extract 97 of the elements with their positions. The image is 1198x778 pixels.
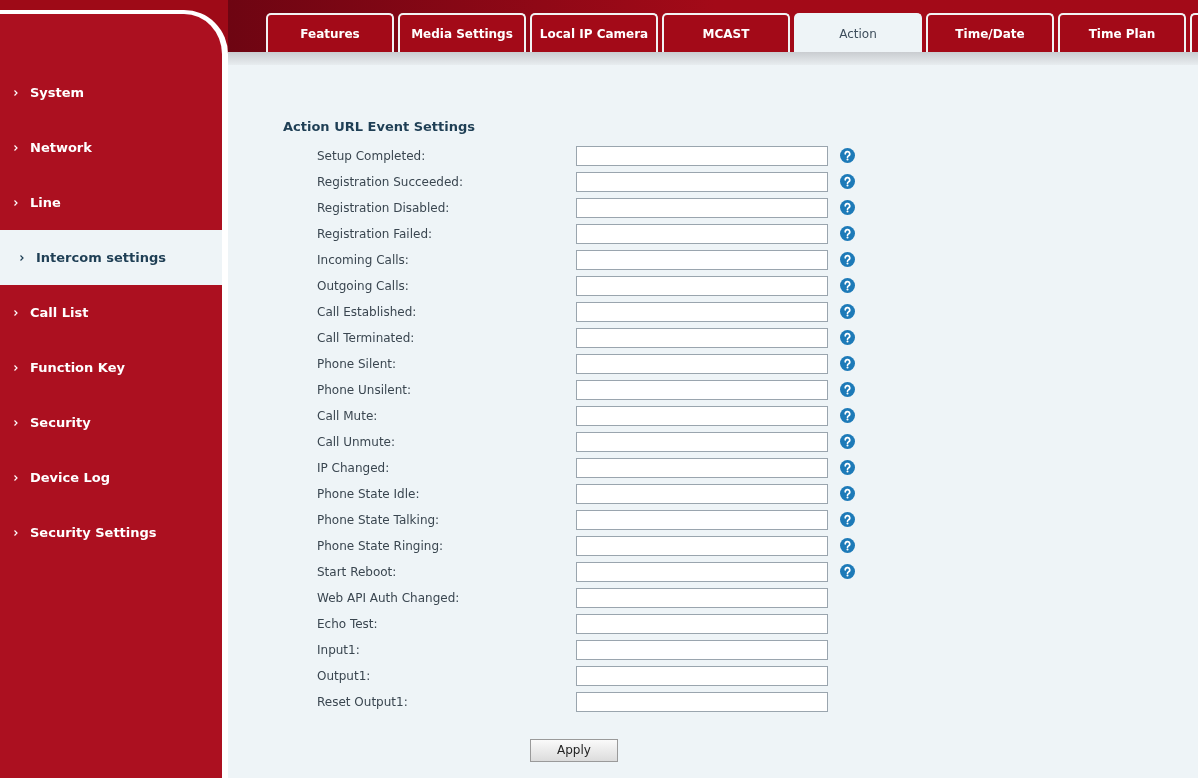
chevron-icon bbox=[14, 309, 18, 316]
field-label: Reset Output1: bbox=[317, 693, 409, 711]
input-field[interactable] bbox=[576, 249, 828, 270]
sidebar-label: Network bbox=[30, 138, 92, 157]
tab[interactable]: Time/Date bbox=[926, 13, 1054, 52]
section-title: Action URL Event Settings bbox=[283, 118, 477, 136]
help-icon[interactable] bbox=[840, 408, 855, 423]
input-field[interactable] bbox=[576, 587, 828, 608]
sidebar-item[interactable]: Device Log bbox=[0, 450, 222, 505]
help-icon[interactable] bbox=[840, 174, 855, 189]
input-field[interactable] bbox=[576, 665, 828, 686]
chevron-icon bbox=[14, 419, 18, 426]
help-icon[interactable] bbox=[840, 226, 855, 241]
input-field[interactable] bbox=[576, 145, 828, 166]
sidebar-label: Security Settings bbox=[30, 523, 157, 542]
field-label: Start Reboot: bbox=[317, 563, 398, 581]
tab[interactable]: Action bbox=[794, 13, 922, 52]
chevron-icon bbox=[14, 364, 18, 371]
sidebar-item[interactable]: Security bbox=[0, 395, 222, 450]
help-icon[interactable] bbox=[840, 538, 855, 553]
sidebar-label: Intercom settings bbox=[36, 248, 166, 267]
field-label: Phone Unsilent: bbox=[317, 381, 413, 399]
input-field[interactable] bbox=[576, 561, 828, 582]
help-icon[interactable] bbox=[840, 382, 855, 397]
input-field[interactable] bbox=[576, 353, 828, 374]
field-label: Web API Auth Changed: bbox=[317, 589, 461, 607]
sidebar-item[interactable]: Security Settings bbox=[0, 505, 222, 560]
field-label: Input1: bbox=[317, 641, 361, 659]
field-label: Registration Succeeded: bbox=[317, 173, 465, 191]
input-field[interactable] bbox=[576, 613, 828, 634]
sidebar-item[interactable]: Network bbox=[0, 120, 222, 175]
input-field[interactable] bbox=[576, 327, 828, 348]
input-field[interactable] bbox=[576, 197, 828, 218]
help-icon[interactable] bbox=[840, 512, 855, 527]
field-label: Echo Test: bbox=[317, 615, 379, 633]
input-field[interactable] bbox=[576, 457, 828, 478]
sidebar-label: Security bbox=[30, 413, 91, 432]
sidebar-label: System bbox=[30, 83, 85, 102]
chevron-icon bbox=[20, 254, 24, 261]
tab[interactable]: Time Plan bbox=[1058, 13, 1186, 52]
sidebar-label: Call List bbox=[30, 303, 89, 322]
input-field[interactable] bbox=[576, 431, 828, 452]
tab[interactable]: Media Settings bbox=[398, 13, 526, 52]
field-label: Call Terminated: bbox=[317, 329, 416, 347]
field-label: Phone State Talking: bbox=[317, 511, 441, 529]
help-icon[interactable] bbox=[840, 200, 855, 215]
input-field[interactable] bbox=[576, 223, 828, 244]
help-icon[interactable] bbox=[840, 356, 855, 371]
field-label: Registration Disabled: bbox=[317, 199, 451, 217]
sidebar-label: Function Key bbox=[30, 358, 125, 377]
input-field[interactable] bbox=[576, 171, 828, 192]
chevron-icon bbox=[14, 199, 18, 206]
chevron-icon bbox=[14, 144, 18, 151]
field-label: IP Changed: bbox=[317, 459, 391, 477]
field-label: Call Established: bbox=[317, 303, 418, 321]
field-label: Phone State Ringing: bbox=[317, 537, 445, 555]
input-field[interactable] bbox=[576, 535, 828, 556]
input-field[interactable] bbox=[576, 639, 828, 660]
help-icon[interactable] bbox=[840, 564, 855, 579]
input-field[interactable] bbox=[576, 301, 828, 322]
input-field[interactable] bbox=[576, 509, 828, 530]
input-field[interactable] bbox=[576, 691, 828, 712]
input-field[interactable] bbox=[576, 405, 828, 426]
chevron-icon bbox=[14, 474, 18, 481]
help-icon[interactable] bbox=[840, 252, 855, 267]
input-field[interactable] bbox=[576, 379, 828, 400]
field-label: Phone Silent: bbox=[317, 355, 397, 373]
help-icon[interactable] bbox=[840, 148, 855, 163]
sidebar-item[interactable]: Intercom settings bbox=[0, 230, 222, 285]
help-icon[interactable] bbox=[840, 486, 855, 501]
field-label: Setup Completed: bbox=[317, 147, 427, 165]
field-label: Outgoing Calls: bbox=[317, 277, 410, 295]
help-icon[interactable] bbox=[840, 434, 855, 449]
sidebar-item[interactable]: Line bbox=[0, 175, 222, 230]
field-label: Phone State Idle: bbox=[317, 485, 421, 503]
field-label: Registration Failed: bbox=[317, 225, 434, 243]
chevron-icon bbox=[14, 529, 18, 536]
field-label: Output1: bbox=[317, 667, 372, 685]
sidebar-item[interactable]: System bbox=[0, 65, 222, 120]
sidebar-label: Device Log bbox=[30, 468, 111, 487]
sidebar-label: Line bbox=[30, 193, 61, 212]
sidebar-item[interactable]: Function Key bbox=[0, 340, 222, 395]
field-label: Call Unmute: bbox=[317, 433, 397, 451]
help-icon[interactable] bbox=[840, 304, 855, 319]
tab[interactable]: Local IP Camera bbox=[530, 13, 658, 52]
field-label: Call Mute: bbox=[317, 407, 379, 425]
tab[interactable]: Features bbox=[266, 13, 394, 52]
help-icon[interactable] bbox=[840, 330, 855, 345]
tab[interactable]: MCAST bbox=[662, 13, 790, 52]
help-icon[interactable] bbox=[840, 278, 855, 293]
field-label: Incoming Calls: bbox=[317, 251, 410, 269]
input-field[interactable] bbox=[576, 275, 828, 296]
apply-button[interactable]: Apply bbox=[530, 738, 618, 762]
help-icon[interactable] bbox=[840, 460, 855, 475]
chevron-icon bbox=[14, 89, 18, 96]
sidebar-item[interactable]: Call List bbox=[0, 285, 222, 340]
input-field[interactable] bbox=[576, 483, 828, 504]
